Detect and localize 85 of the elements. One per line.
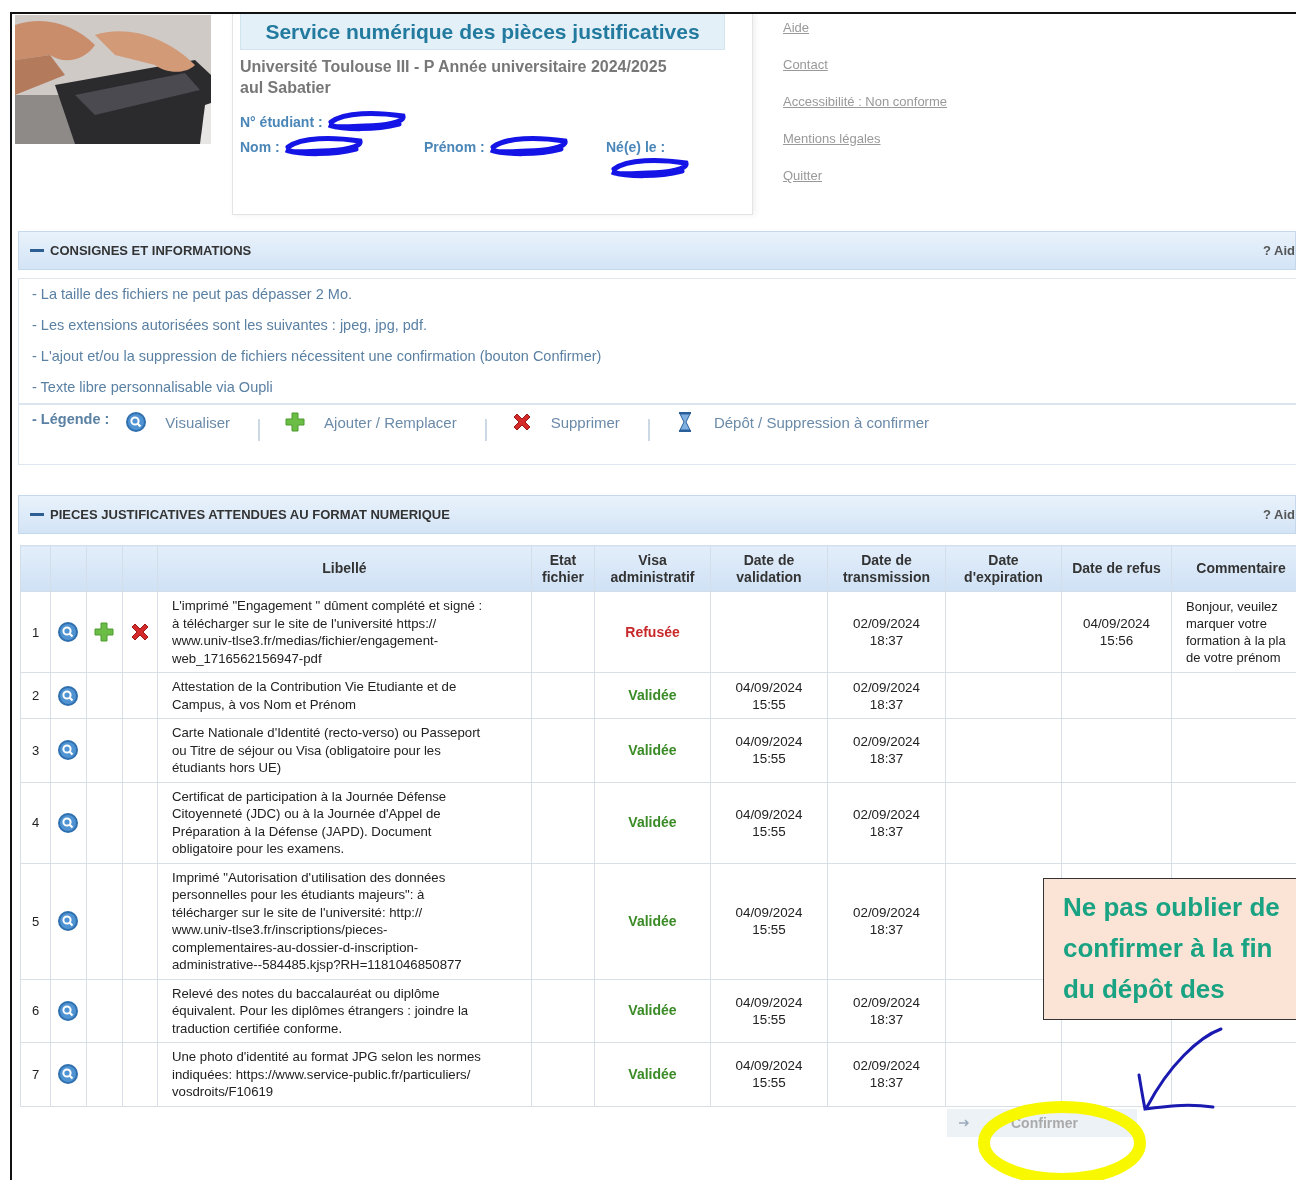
refusal-date: 04/09/2024 15:56 [1082, 615, 1151, 649]
visa-status: Validée [628, 1065, 677, 1082]
validation-date: 04/09/2024 15:55 [734, 805, 804, 840]
column-header: Date de transmission [827, 545, 946, 592]
validation-date: 04/09/2024 15:55 [734, 678, 804, 713]
document-label: Une photo d'identité au format JPG selon les normes indiquées: https://www.service-public.fr/particuliers/ vosdroits/F10619 [171, 1048, 482, 1101]
help-link[interactable]: ? Aid [1263, 507, 1295, 522]
column-header: Etat fichier [531, 545, 595, 592]
field-label: Né(e) le : [606, 139, 666, 155]
section-header[interactable]: PIECES JUSTIFICATIVES ATTENDUES AU FORMAT NUMERIQUE ? Aid [18, 495, 1296, 534]
row-number: 5 [31, 913, 40, 929]
row-number: 7 [31, 1066, 40, 1082]
column-header: Libellé [157, 545, 532, 592]
column-header: Commentaire [1171, 545, 1296, 592]
visa-status: Validée [628, 687, 677, 703]
transmission-date: 02/09/2024 18:37 [852, 678, 921, 713]
collapse-icon[interactable] [30, 512, 44, 517]
instruction-text: - Texte libre personnalisable via Oupli [31, 378, 274, 397]
magnifier-icon[interactable] [57, 999, 79, 1022]
transmission-date: 02/09/2024 18:37 [852, 1057, 921, 1092]
close-icon[interactable] [129, 621, 151, 643]
page-title: Service numérique des pièces justificatives [240, 14, 725, 50]
magnifier-icon[interactable] [57, 684, 79, 707]
visa-status: Validée [628, 814, 677, 830]
column-header: Date de validation [710, 545, 828, 592]
magnifier-icon[interactable] [57, 621, 79, 643]
field-label: N° étudiant : [240, 114, 323, 130]
collapse-icon[interactable] [30, 248, 44, 253]
column-header: Date d'expiration [945, 545, 1062, 592]
arrow-icon [959, 1118, 971, 1127]
legend-text: Ajouter / Remplacer [324, 413, 457, 431]
transmission-date: 02/09/2024 18:37 [852, 904, 921, 938]
plus-icon[interactable] [284, 411, 307, 433]
document-label: Imprimé "Autorisation d'utilisation des données personnelles pour les étudiants majeurs": à télécharger sur le site de l'université: http:// www.univ-tlse3.fr/inscriptions/pieces- complementaires-au-dossier-d-inscription- administrative--584485.kjsp?RH=1181046850877 [171, 868, 463, 974]
transmission-date: 02/09/2024 18:37 [852, 993, 921, 1028]
section-title: PIECES JUSTIFICATIVES ATTENDUES AU FORMAT NUMERIQUE [50, 507, 450, 522]
magnifier-icon[interactable] [57, 910, 79, 932]
instruction-text: - Les extensions autorisées sont les suivantes : jpeg, jpg, pdf. [31, 316, 428, 335]
magnifier-icon[interactable] [57, 811, 79, 834]
validation-date: 04/09/2024 15:55 [734, 904, 804, 938]
transmission-date: 02/09/2024 18:37 [852, 733, 921, 768]
university-year-text: Université Toulouse III - P Année universitaire 2024/2025 aul Sabatier [240, 57, 668, 98]
column-header: Date de refus [1061, 545, 1172, 592]
row-number: 3 [31, 742, 40, 758]
instruction-text: - La taille des fichiers ne peut pas dépasser 2 Mo. [31, 285, 353, 304]
validation-date: 04/09/2024 15:55 [734, 1057, 804, 1092]
header-link[interactable]: Mentions légales [783, 131, 947, 146]
document-label: Attestation de la Contribution Vie Etudiante et de Campus, à vos Nom et Prénom [171, 678, 458, 713]
plus-icon[interactable] [93, 621, 115, 643]
legend-text: Visualiser [165, 413, 231, 431]
callout-note: Ne pas oublier de confirmer à la fin du dépôt des [1043, 878, 1296, 1020]
magnifier-icon[interactable] [125, 411, 148, 433]
document-label: L'imprimé "Engagement " dûment complété et signé : à télécharger sur le site de l'université https:// www.univ-tlse3.fr/medias/fichier/engagement- web_1716562156947-pdf [171, 597, 484, 667]
transmission-date: 02/09/2024 18:37 [852, 805, 921, 840]
row-number: 1 [31, 624, 40, 640]
visa-status: Validée [628, 741, 677, 758]
legend-text: Supprimer [550, 413, 620, 431]
transmission-date: 02/09/2024 18:37 [852, 615, 921, 649]
field-label: Nom : [240, 139, 280, 155]
visa-status: Validée [628, 1002, 677, 1019]
legend-label: - Légende : [32, 411, 110, 427]
instruction-text: - L'ajout et/ou la suppression de fichiers nécessitent une confirmation (bouton Confirmer) [31, 347, 603, 366]
comment-text: Bonjour, veuilez marquer votre formation à la pla de votre prénom [1185, 598, 1287, 666]
header-link[interactable]: Quitter [783, 168, 947, 183]
magnifier-icon[interactable] [57, 1063, 79, 1086]
document-label: Relevé des notes du baccalauréat ou diplôme équivalent. Pour les diplômes étrangers : joindre la traduction certifiée conforme. [171, 984, 470, 1037]
legend-text: Dépôt / Suppression à confirmer [713, 413, 929, 431]
document-label: Carte Nationale d'Identité (recto-verso) ou Passeport ou Titre de séjour ou Visa (obligatoire pour les étudiants hors UE) [171, 724, 482, 777]
header-link[interactable]: Aide [783, 20, 947, 35]
column-header: Visa administratif [594, 545, 711, 592]
visa-status: Refusée [625, 623, 680, 640]
magnifier-icon[interactable] [57, 739, 79, 762]
row-number: 6 [31, 1003, 40, 1019]
section-header[interactable]: CONSIGNES ET INFORMATIONS ? Aid [18, 231, 1296, 270]
field-label: Prénom : [424, 139, 485, 155]
help-link[interactable]: ? Aid [1263, 243, 1295, 258]
document-label: Certificat de participation à la Journée Défense Citoyenneté (JDC) ou à la Journée d'Appel de Préparation à la Défense (JAPD). Document obligatoire pour les examens. [171, 787, 448, 858]
section-title: CONSIGNES ET INFORMATIONS [50, 243, 252, 258]
validation-date: 04/09/2024 15:55 [734, 993, 804, 1028]
header-link[interactable]: Accessibilité : Non conforme [783, 94, 947, 109]
header-link[interactable]: Contact [783, 57, 947, 72]
row-number: 2 [31, 688, 40, 703]
row-number: 4 [31, 815, 40, 830]
visa-status: Validée [628, 912, 677, 929]
validation-date: 04/09/2024 15:55 [734, 733, 804, 768]
